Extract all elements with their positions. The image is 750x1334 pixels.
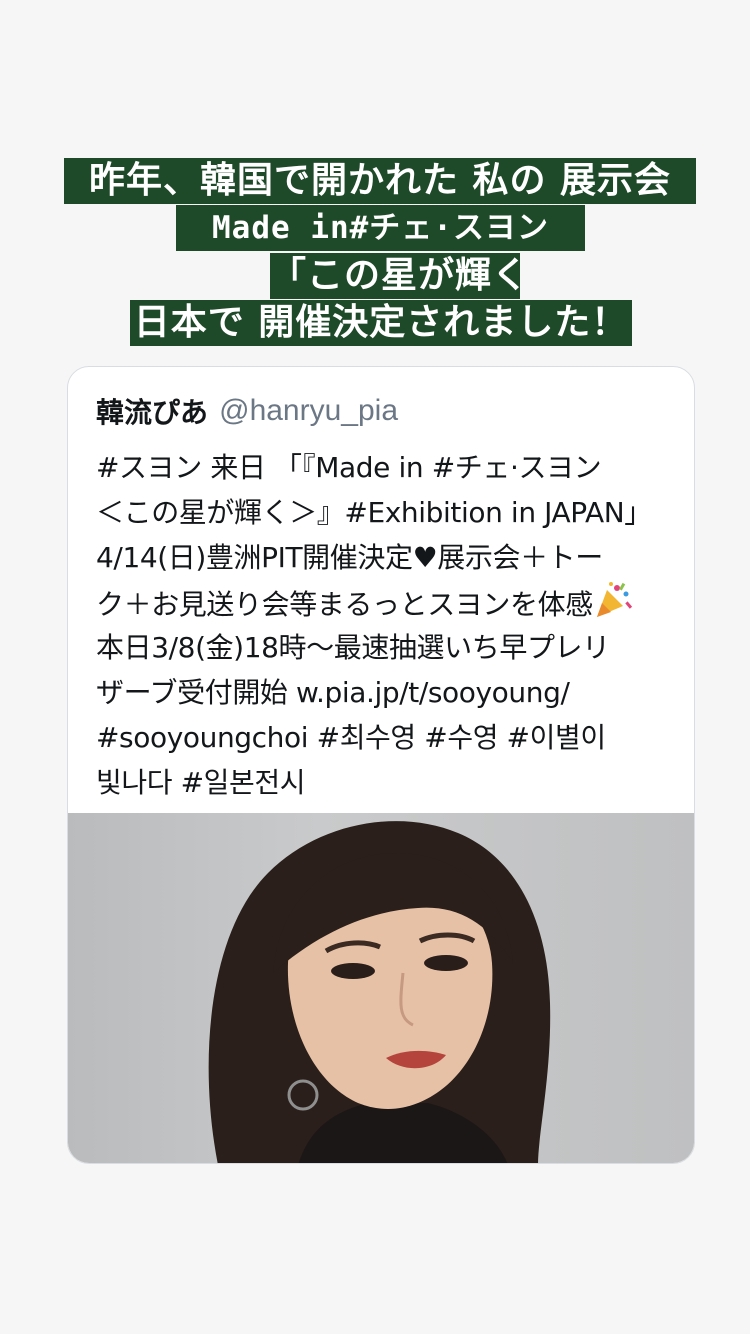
tweet-text: #スヨン 来日 「『Made in #チェ·スヨン ＜この星が輝く＞』#Exhi… bbox=[96, 445, 676, 805]
tweet-text-line: ＜この星が輝く＞』#Exhibition in JAPAN」 bbox=[96, 496, 652, 529]
tweet-card[interactable]: 韓流ぴあ @hanryu_pia #スヨン 来日 「『Made in #チェ·ス… bbox=[67, 366, 695, 1164]
author-name[interactable]: 韓流ぴあ bbox=[96, 396, 208, 429]
tweet-text-line: 本日3/8(金)18時～最速抽選いち早プレリ bbox=[96, 631, 610, 664]
tweet-text-line: #sooyoungchoi #최수영 #수영 #이별이 bbox=[96, 721, 606, 754]
caption-line-3: 「この星が輝く」 bbox=[270, 253, 520, 299]
party-popper-icon bbox=[593, 580, 633, 620]
caption-line-2: Made in#チェ·スヨン bbox=[176, 205, 585, 251]
tweet-text-line: ク＋お見送り会等まるっとスヨンを体感 bbox=[96, 588, 593, 621]
author-handle[interactable]: @hanryu_pia bbox=[219, 394, 398, 427]
portrait-photo[interactable] bbox=[68, 813, 694, 1163]
tweet-text-line: ザーブ受付開始 w.pia.jp/t/sooyoung/ bbox=[96, 676, 570, 709]
tweet-header: 韓流ぴあ @hanryu_pia bbox=[96, 391, 398, 431]
tweet-text-line-with-emoji: ク＋お見送り会等まるっとスヨンを体感 bbox=[96, 580, 676, 625]
tweet-text-line: 4/14(日)豊洲PIT開催決定♥展示会＋トー bbox=[96, 541, 603, 574]
caption-line-4: 日本で 開催決定されました！ bbox=[130, 300, 632, 346]
tweet-text-line: 빛나다 #일본전시 bbox=[96, 766, 306, 799]
caption-line-1: 昨年、韓国で開かれた 私の 展示会 bbox=[64, 158, 696, 204]
tweet-text-line: #スヨン 来日 「『Made in #チェ·スヨン bbox=[96, 451, 602, 484]
portrait-illustration bbox=[208, 821, 551, 1163]
